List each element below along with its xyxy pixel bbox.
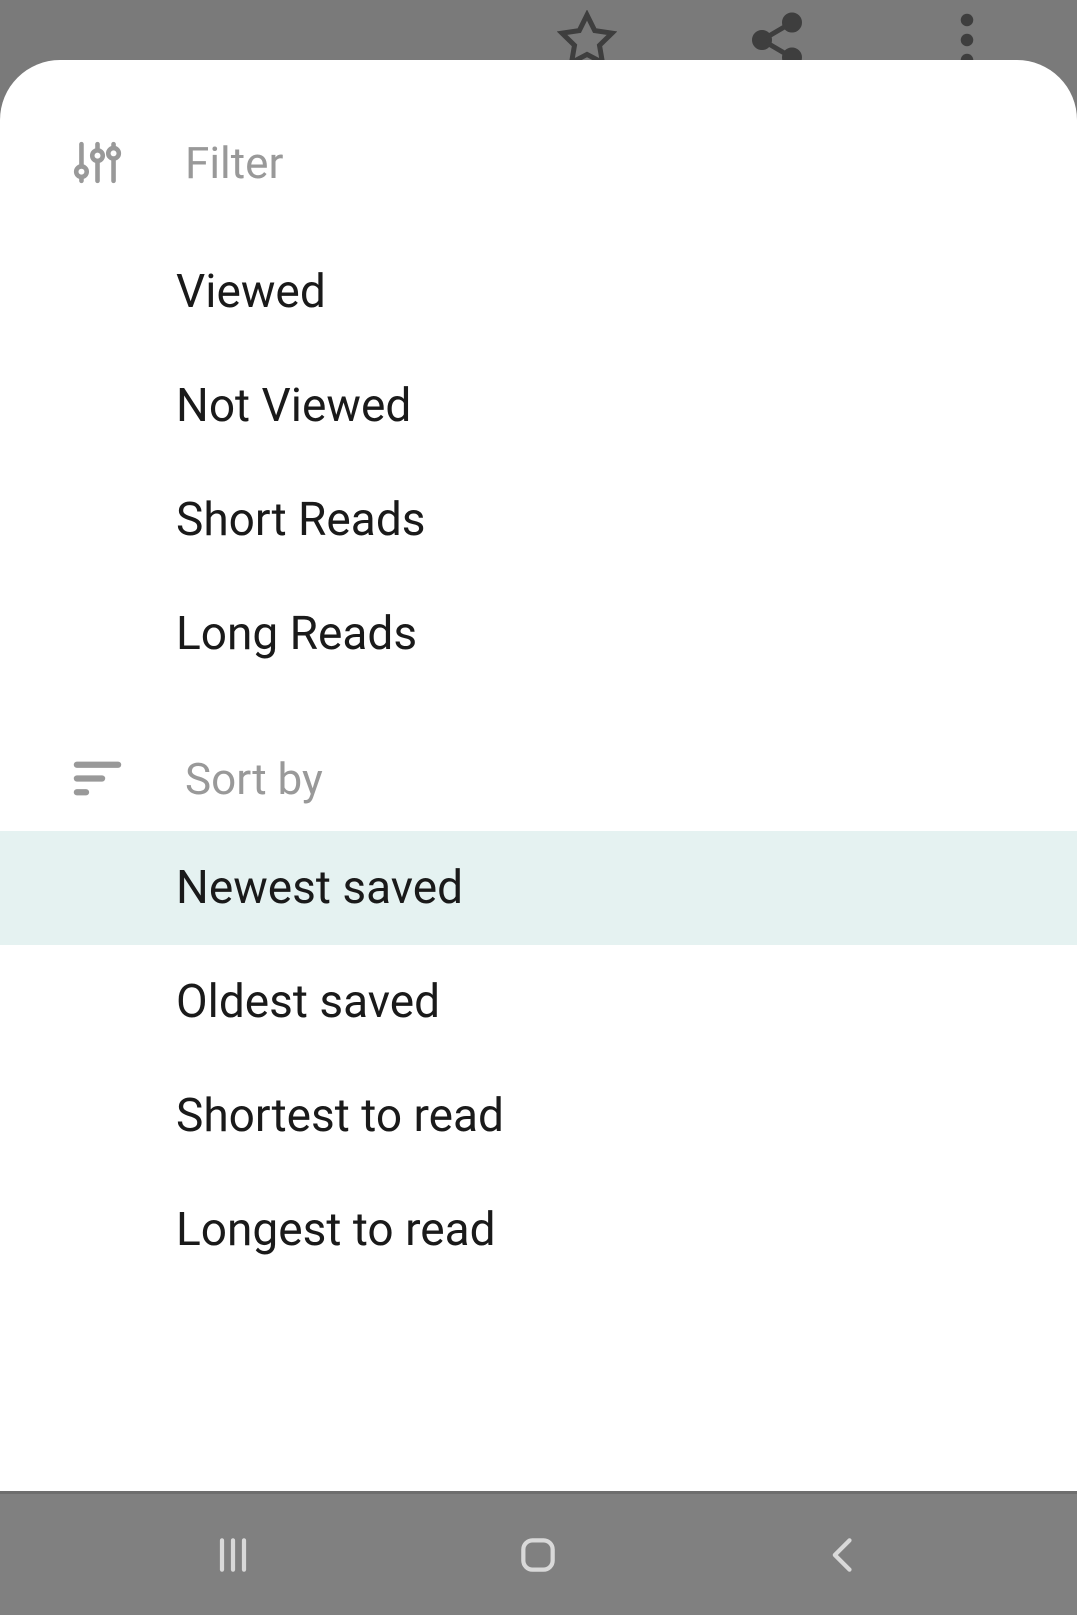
filter-header-label: Filter xyxy=(185,137,283,189)
filter-sort-sheet: Filter Viewed Not Viewed Short Reads Lon… xyxy=(0,60,1077,1615)
sort-option-label: Oldest saved xyxy=(176,975,440,1029)
filter-option-label: Short Reads xyxy=(176,493,426,547)
sort-option-oldest-saved[interactable]: Oldest saved xyxy=(0,945,1077,1059)
filter-options-list: Viewed Not Viewed Short Reads Long Reads xyxy=(0,205,1077,726)
filter-option-label: Viewed xyxy=(176,265,326,319)
sort-option-longest-to-read[interactable]: Longest to read xyxy=(0,1173,1077,1287)
filter-icon xyxy=(70,135,125,190)
sort-option-label: Shortest to read xyxy=(176,1089,504,1143)
sort-section-header: Sort by xyxy=(0,726,1077,831)
sort-option-label: Longest to read xyxy=(176,1203,496,1257)
filter-option-label: Not Viewed xyxy=(176,379,411,433)
sort-header-label: Sort by xyxy=(185,753,323,805)
sort-options-list: Newest saved Oldest saved Shortest to re… xyxy=(0,831,1077,1287)
sort-option-newest-saved[interactable]: Newest saved xyxy=(0,831,1077,945)
sort-option-shortest-to-read[interactable]: Shortest to read xyxy=(0,1059,1077,1173)
filter-option-long-reads[interactable]: Long Reads xyxy=(0,577,1077,691)
recents-button[interactable] xyxy=(183,1525,283,1585)
sort-option-label: Newest saved xyxy=(176,861,463,915)
filter-option-label: Long Reads xyxy=(176,607,417,661)
system-nav-bar xyxy=(0,1491,1077,1615)
sort-icon xyxy=(70,751,125,806)
filter-option-not-viewed[interactable]: Not Viewed xyxy=(0,349,1077,463)
filter-option-short-reads[interactable]: Short Reads xyxy=(0,463,1077,577)
filter-section-header: Filter xyxy=(0,120,1077,205)
home-button[interactable] xyxy=(488,1525,588,1585)
filter-option-viewed[interactable]: Viewed xyxy=(0,235,1077,349)
back-button[interactable] xyxy=(794,1525,894,1585)
